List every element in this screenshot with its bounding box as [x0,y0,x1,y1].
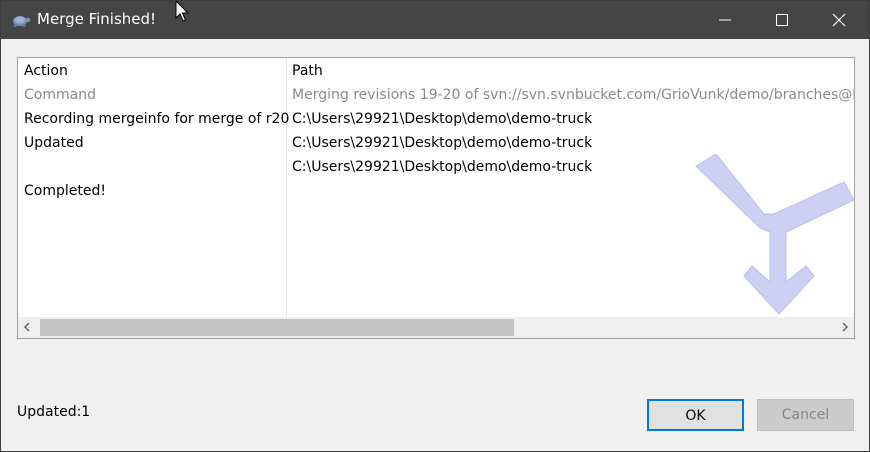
tortoise-icon [11,11,31,29]
merge-finished-dialog: Merge Finished! Action Path Command Merg… [0,0,870,452]
maximize-icon [776,14,788,26]
table-row[interactable]: Completed! [18,180,854,204]
scrollbar-thumb[interactable] [40,319,514,336]
row-action: Recording mergeinfo for merge of r20 [24,111,290,127]
mouse-cursor-icon [175,1,190,22]
row-action: Completed! [24,183,106,199]
row-action: Updated [24,135,84,151]
table-row[interactable]: Command Merging revisions 19-20 of svn:/… [18,84,854,108]
table-row[interactable]: Recording mergeinfo for merge of r20 C:\… [18,108,854,132]
horizontal-scrollbar[interactable] [18,317,854,338]
merge-results-list[interactable]: Action Path Command Merging revisions 19… [17,57,855,339]
window-title: Merge Finished! [37,10,157,28]
header-action[interactable]: Action [24,63,68,79]
minimize-button[interactable] [697,1,754,39]
minimize-icon [719,19,731,21]
close-icon [832,13,846,27]
list-header: Action Path [18,60,854,84]
title-bar[interactable]: Merge Finished! [1,1,869,39]
row-action: Command [24,87,96,103]
table-row[interactable]: Updated C:\Users\29921\Desktop\demo\demo… [18,132,854,156]
row-path: Merging revisions 19-20 of svn://svn.svn… [292,87,855,103]
close-button[interactable] [811,1,868,39]
table-row[interactable]: C:\Users\29921\Desktop\demo\demo-truck [18,156,854,180]
maximize-button[interactable] [754,1,811,39]
cancel-button[interactable]: Cancel [757,399,854,431]
ok-button[interactable]: OK [647,399,744,431]
row-path: C:\Users\29921\Desktop\demo\demo-truck [292,111,593,127]
scroll-right-icon[interactable] [840,322,850,332]
row-path: C:\Users\29921\Desktop\demo\demo-truck [292,135,593,151]
header-path[interactable]: Path [292,63,323,79]
row-path: C:\Users\29921\Desktop\demo\demo-truck [292,159,593,175]
scroll-left-icon[interactable] [22,322,32,332]
status-text: Updated:1 [17,404,91,420]
